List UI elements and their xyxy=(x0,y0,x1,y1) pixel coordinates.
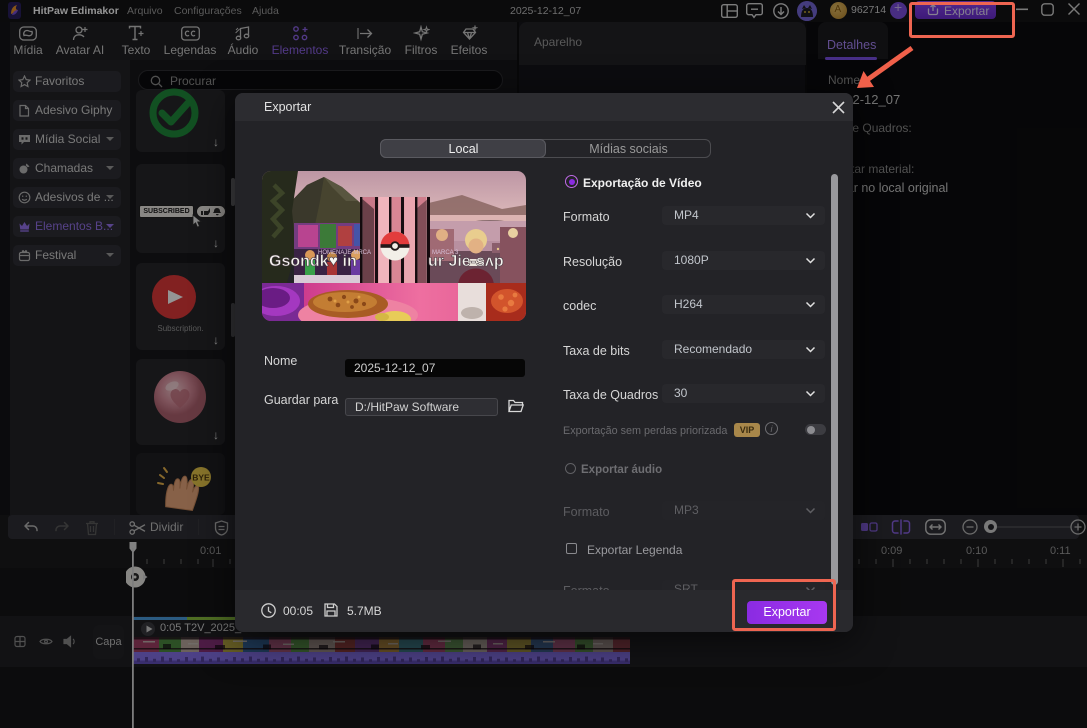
svg-text:MARCA 3: MARCA 3 xyxy=(432,250,459,256)
svg-text:HOMENAJE-MRCA: HOMENAJE-MRCA xyxy=(318,250,371,256)
